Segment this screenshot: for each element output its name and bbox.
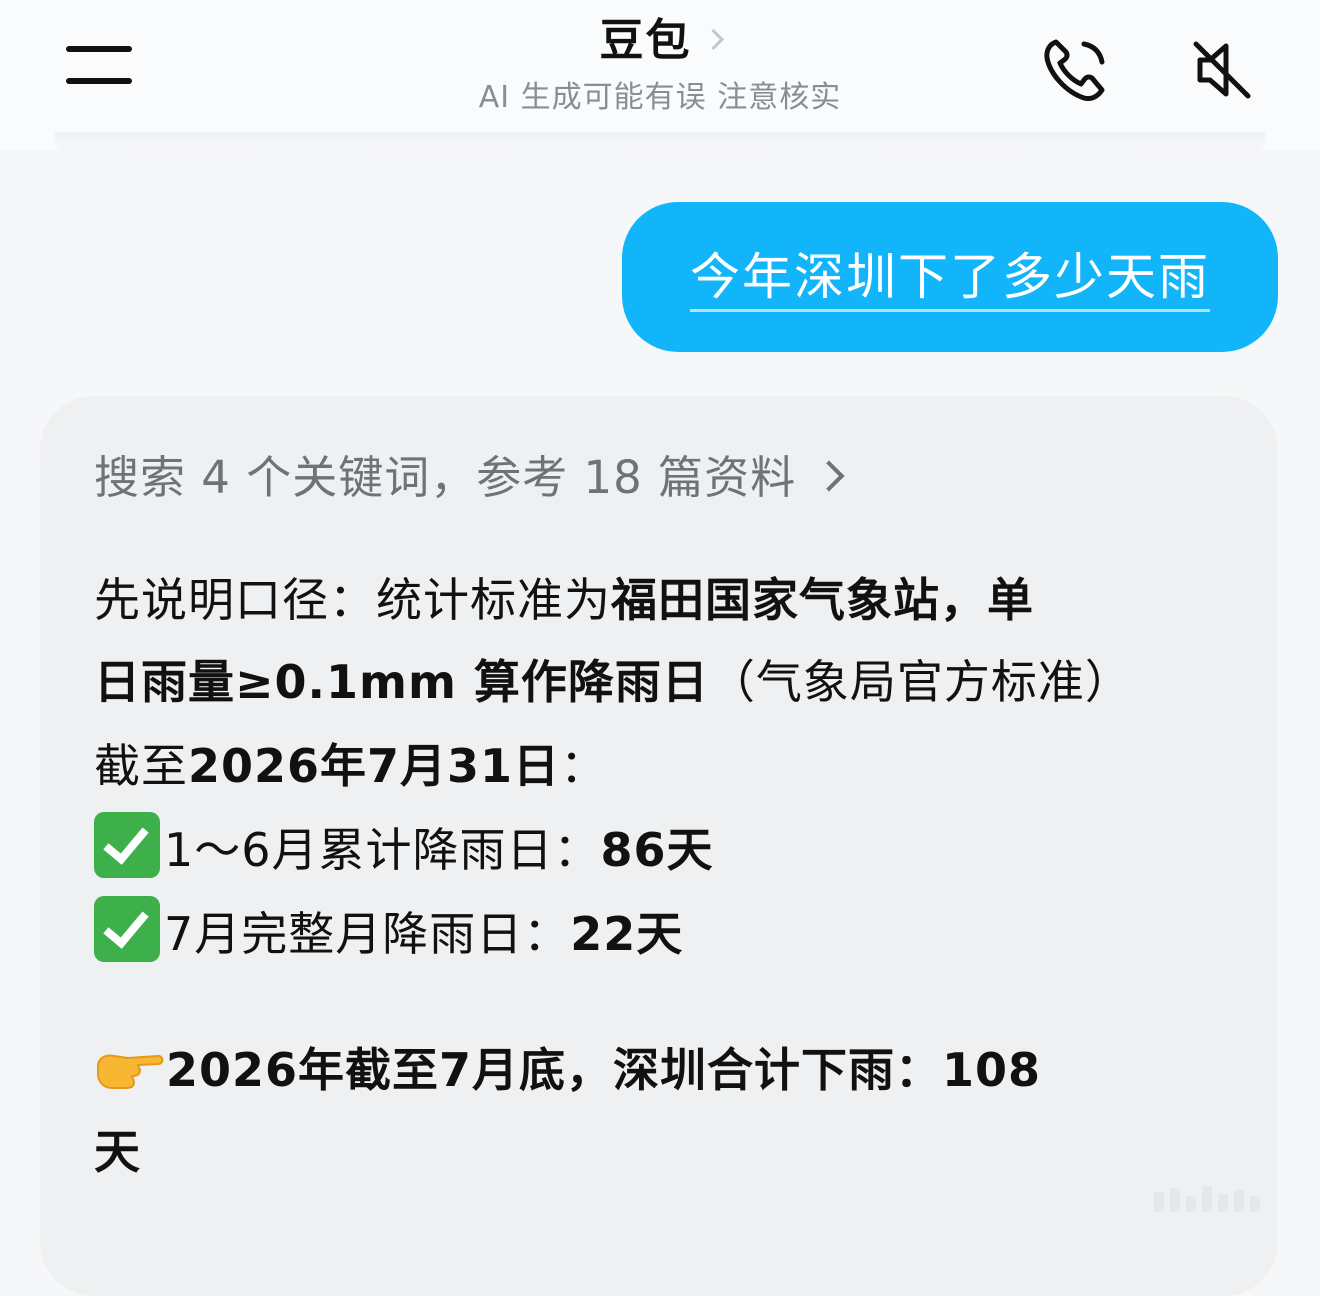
item-label: 1～6月累计降雨日： (164, 823, 601, 877)
menu-icon[interactable] (66, 44, 132, 88)
item-label: 7月完整月降雨日： (164, 907, 571, 961)
speaker-muted-icon-graphic (1193, 41, 1251, 99)
pointing-hand-icon (97, 1054, 164, 1089)
reply-text-bold: 日雨量≥0.1mm 算作降雨日 (94, 655, 709, 709)
ai-disclaimer: AI 生成可能有误 注意核实 (478, 80, 842, 115)
reply-conclusion: 2026年截至7月底，深圳合计下雨：108 (94, 1030, 1041, 1110)
reply-text: ： (560, 739, 608, 793)
speaker-muted-icon[interactable] (1186, 34, 1258, 106)
chevron-right-icon (702, 28, 724, 51)
reply-line-2: 日雨量≥0.1mm 算作降雨日（气象局官方标准） (94, 642, 1132, 722)
reply-text: 先说明口径：统计标准为 (94, 573, 611, 627)
reply-conclusion-tail: 天 (94, 1112, 141, 1192)
check-mark-icon (94, 896, 160, 962)
conclusion-text: 天 (94, 1125, 141, 1179)
reply-item-2: 7月完整月降雨日：22天 (94, 894, 683, 974)
chat-title-text: 豆包 (599, 15, 692, 66)
reply-line-3: 截至2026年7月31日： (94, 726, 607, 806)
reply-line-1: 先说明口径：统计标准为福田国家气象站，单 (94, 560, 1034, 640)
reply-text-bold: 福田国家气象站，单 (611, 573, 1034, 627)
conclusion-text: 2026年截至7月底，深圳合计下雨：108 (166, 1043, 1042, 1097)
phone-icon-graphic (1044, 39, 1105, 101)
reply-text: 截至 (94, 739, 188, 793)
chevron-right-icon (813, 460, 845, 492)
user-message-text: 今年深圳下了多少天雨 (690, 247, 1210, 312)
user-message-bubble[interactable]: 今年深圳下了多少天雨 (622, 202, 1278, 352)
phone-icon[interactable] (1040, 34, 1112, 106)
reply-item-1: 1～6月累计降雨日：86天 (94, 810, 714, 890)
title-area: 豆包 AI 生成可能有误 注意核实 (300, 12, 1020, 118)
search-summary-text: 搜索 4 个关键词，参考 18 篇资料 (94, 451, 797, 504)
search-summary-link[interactable]: 搜索 4 个关键词，参考 18 篇资料 (94, 448, 845, 508)
item-value: 86天 (600, 823, 714, 877)
reply-text-bold: 2026年7月31日 (188, 739, 561, 793)
check-mark-icon (94, 812, 160, 878)
item-value: 22天 (570, 907, 684, 961)
chat-title[interactable]: 豆包 (599, 12, 724, 70)
reply-text: （气象局官方标准） (708, 655, 1132, 709)
top-bar: 豆包 AI 生成可能有误 注意核实 (0, 0, 1320, 158)
signal-bars-icon (1154, 1186, 1260, 1212)
